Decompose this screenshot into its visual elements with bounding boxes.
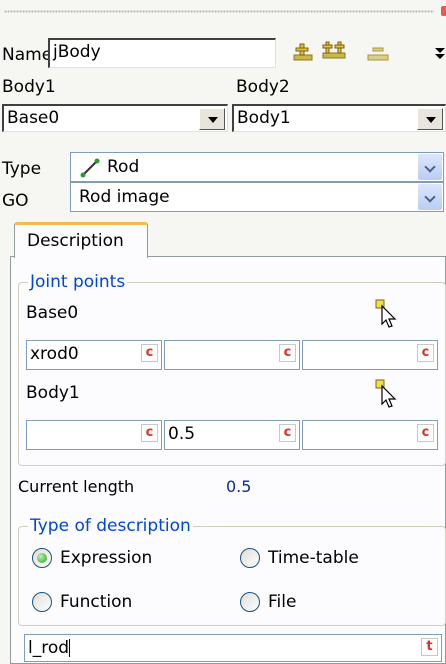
coord-edit-button[interactable]: c [417,344,434,362]
radio-function[interactable]: Function [32,591,192,615]
joint-coord-input[interactable]: c [302,340,438,370]
rod-icon [80,158,100,178]
coord-edit-button[interactable]: c [279,344,296,362]
go-label: GO [2,191,29,211]
type-select-value: Rod [107,157,140,177]
grip-dots [4,10,434,13]
chevron-down-icon[interactable] [417,108,443,130]
joint-coord-value: 0.5 [168,424,196,444]
chevron-down-icon[interactable] [199,108,225,130]
current-length-label: Current length [18,477,135,496]
go-select[interactable]: Rod image [70,182,444,212]
expression-type-button[interactable]: t [421,638,438,656]
chevron-down-icon[interactable] [418,154,442,180]
radio-time-table[interactable]: Time-table [240,547,420,571]
pick-point-icon[interactable] [374,298,402,328]
text-caret [69,639,71,657]
type-label: Type [2,159,42,179]
radio-expression-label: Expression [60,548,153,568]
radio-time-table-label: Time-table [268,548,359,568]
joint-row-name: Base0 [26,303,79,323]
current-length-value: 0.5 [226,477,252,496]
body1-select[interactable]: Base0 [2,104,228,132]
panel-grip[interactable] [0,0,446,22]
coord-edit-button[interactable]: c [279,424,296,442]
body1-label: Body1 [2,77,56,97]
radio-button[interactable] [32,592,52,612]
grip-marker [441,6,446,16]
joint-coord-input[interactable]: 0.5 c [164,420,300,450]
name-label: Name [2,45,53,65]
joint-coord-input[interactable]: c [164,340,300,370]
tab-description[interactable]: Description [14,222,148,258]
joint-coord-input[interactable]: c [302,420,438,450]
radio-function-label: Function [60,592,133,612]
body2-label: Body2 [236,77,290,97]
coord-edit-button[interactable]: c [417,424,434,442]
name-input[interactable]: jBody [48,38,276,68]
radio-file-label: File [268,592,297,612]
radio-file[interactable]: File [240,591,360,615]
joint-points-legend: Joint points [28,272,128,292]
add-multi-joint-icon[interactable] [320,38,348,62]
radio-button[interactable] [32,548,52,568]
joint-row-name: Body1 [26,383,80,403]
coord-edit-button[interactable]: c [141,424,158,442]
add-joint-icon[interactable] [288,40,316,64]
type-select[interactable]: Rod [70,152,444,182]
expression-value: l_rod [28,638,70,658]
remove-joint-icon[interactable] [364,40,392,64]
joint-coord-value: xrod0 [30,344,79,364]
go-select-value: Rod image [79,187,170,207]
body2-select[interactable]: Body1 [232,104,446,132]
joint-coord-input[interactable]: xrod0 c [26,340,162,370]
radio-expression[interactable]: Expression [32,547,192,571]
pick-point-icon[interactable] [374,378,402,408]
coord-edit-button[interactable]: c [141,344,158,362]
body2-select-value: Body1 [237,108,291,128]
type-of-description-legend: Type of description [28,516,193,536]
radio-button[interactable] [240,592,260,612]
radio-button[interactable] [240,548,260,568]
expression-input[interactable]: l_rod t [24,634,442,662]
joint-coord-input[interactable]: c [26,420,162,450]
more-icon[interactable] [434,44,446,64]
chevron-down-icon[interactable] [418,184,442,210]
body1-select-value: Base0 [7,108,60,128]
tab-description-label: Description [27,231,124,251]
